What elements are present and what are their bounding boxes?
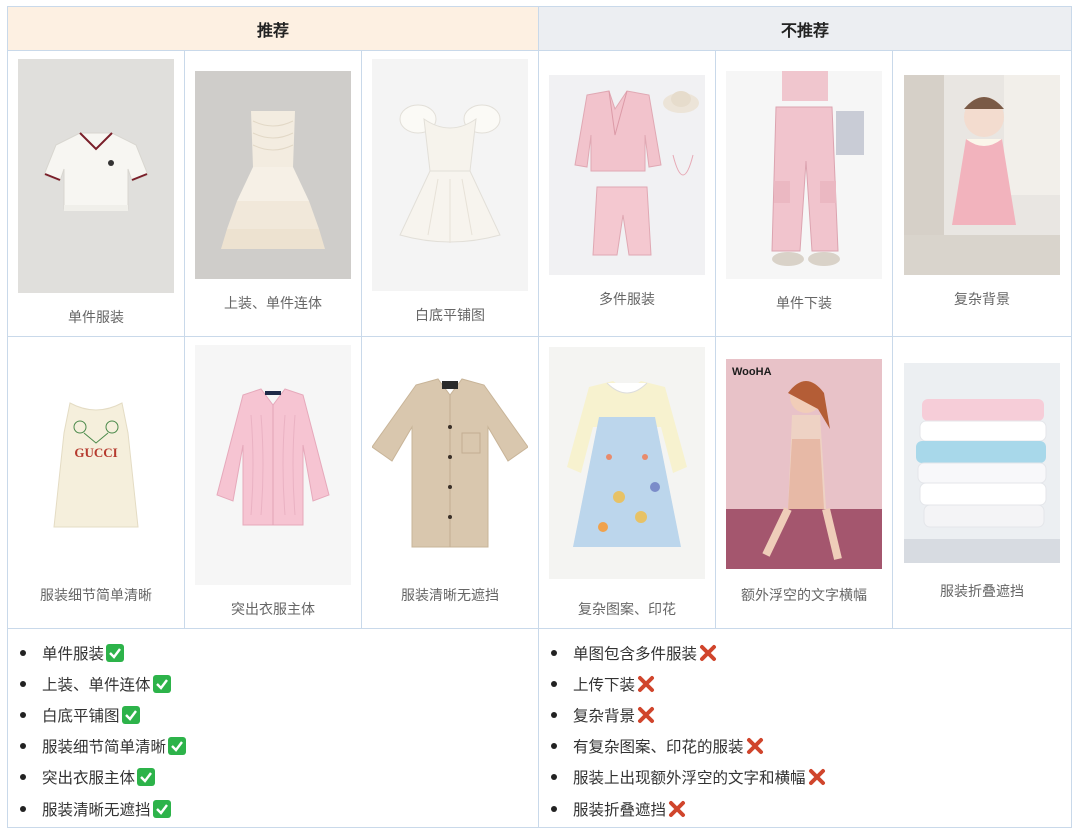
list-item-label: 复杂背景 (573, 706, 636, 725)
cross-icon (808, 769, 825, 786)
cross-icon (638, 675, 655, 692)
example-cell: 上装、单件连体 (184, 50, 362, 337)
not-recommended-header: 不推荐 (538, 6, 1073, 51)
bullet-icon (20, 680, 26, 687)
bullet-icon (20, 805, 26, 812)
cross-icon (700, 644, 717, 661)
list-item-label: 服装细节简单清晰 (42, 738, 167, 757)
example-caption: 服装清晰无遮挡 (401, 588, 499, 604)
list-item-label: 上传下装 (573, 675, 636, 694)
example-cell: 服装清晰无遮挡 (360, 336, 540, 629)
bullet-icon (551, 805, 558, 812)
bullet-icon (551, 649, 558, 656)
example-cell: 服装折叠遮挡 (892, 336, 1073, 629)
example-caption: 复杂图案、印花 (578, 602, 677, 618)
printed-kids-dress-photo (549, 347, 706, 579)
example-cell: WooHA 额外浮空的文字横幅 (715, 336, 894, 629)
wooha-logo-text: WooHA (732, 366, 772, 378)
list-item: 单件服装 (18, 637, 538, 668)
list-item-label: 单件服装 (42, 644, 105, 663)
list-item: 服装清晰无遮挡 (18, 793, 538, 824)
strapless-dress-photo (195, 71, 351, 279)
list-item-label: 白底平铺图 (42, 706, 120, 725)
model-poster-photo: WooHA (726, 359, 883, 569)
list-item-label: 突出衣服主体 (42, 769, 136, 788)
example-caption: 单件服装 (68, 310, 124, 326)
list-item-label: 服装上出现额外浮空的文字和横幅 (573, 769, 806, 788)
bullet-icon (20, 711, 26, 718)
example-cell: 复杂背景 (892, 50, 1073, 337)
guidelines-table-wrapper: 推荐 不推荐 单件服装 上装、单件连体 白底平铺图 多件服装 单件下装 复杂背景… (6, 6, 1073, 828)
example-caption: 服装折叠遮挡 (940, 584, 1025, 600)
cross-icon (669, 800, 686, 817)
example-caption: 突出衣服主体 (231, 602, 315, 618)
pink-suit-set-photo (549, 75, 706, 275)
example-caption: 上装、单件连体 (224, 296, 322, 312)
example-caption: 服装细节简单清晰 (40, 588, 152, 604)
list-item: 白底平铺图 (18, 699, 538, 730)
not-recommended-list-cell: 单图包含多件服装 上传下装 复杂背景 有复杂图案、印花的服装 服装上出现额外浮空… (538, 628, 1073, 828)
example-cell: 多件服装 (538, 50, 717, 337)
folded-tshirts-photo (904, 363, 1061, 563)
example-caption: 白底平铺图 (415, 308, 485, 324)
pink-cardigan-photo (195, 345, 351, 585)
example-cell: 突出衣服主体 (184, 336, 362, 629)
list-item: 服装细节简单清晰 (18, 731, 538, 762)
example-caption: 复杂背景 (954, 292, 1011, 308)
pink-cargo-pants-photo (726, 71, 883, 279)
bullet-icon (551, 743, 558, 750)
child-pink-dress-photo (904, 75, 1061, 275)
check-icon (168, 737, 187, 756)
bullet-icon (551, 680, 558, 687)
example-cell: 单件下装 (715, 50, 894, 337)
example-cell: 单件服装 (7, 50, 185, 337)
example-cell: 白底平铺图 (360, 50, 540, 337)
list-item-label: 服装清晰无遮挡 (42, 800, 151, 819)
bullet-icon (551, 711, 558, 718)
list-item: 复杂背景 (549, 699, 1071, 730)
check-icon (137, 768, 156, 787)
gucci-logo-text: GUCCI (74, 445, 117, 460)
bullet-icon (551, 774, 558, 781)
bullet-icon (20, 743, 26, 750)
beige-shirt-photo (372, 377, 528, 555)
list-item: 单图包含多件服装 (549, 637, 1071, 668)
recommended-header: 推荐 (6, 6, 540, 51)
bullet-icon (20, 774, 26, 781)
example-caption: 多件服装 (599, 292, 656, 308)
list-item: 上传下装 (549, 668, 1071, 699)
check-icon (121, 705, 140, 724)
list-item: 突出衣服主体 (18, 762, 538, 793)
gucci-tank-dress-photo: GUCCI (18, 393, 174, 537)
recommended-list: 单件服装 上装、单件连体 白底平铺图 服装细节简单清晰 突出衣服主体 服装清晰无… (18, 637, 538, 824)
not-recommended-list: 单图包含多件服装 上传下装 复杂背景 有复杂图案、印花的服装 服装上出现额外浮空… (549, 637, 1071, 824)
example-cell: GUCCI 服装细节简单清晰 (7, 336, 185, 629)
puff-sleeve-dress-photo (372, 59, 528, 291)
list-item-label: 有复杂图案、印花的服装 (573, 738, 744, 757)
polo-shirt-photo (18, 59, 174, 293)
check-icon (152, 799, 171, 818)
example-caption: 额外浮空的文字横幅 (741, 588, 868, 604)
list-item: 有复杂图案、印花的服装 (549, 731, 1071, 762)
recommended-list-cell: 单件服装 上装、单件连体 白底平铺图 服装细节简单清晰 突出衣服主体 服装清晰无… (6, 628, 540, 828)
guidelines-table: 推荐 不推荐 单件服装 上装、单件连体 白底平铺图 多件服装 单件下装 复杂背景… (6, 6, 1073, 828)
example-cell: 复杂图案、印花 (538, 336, 717, 629)
bullet-icon (20, 649, 26, 656)
check-icon (106, 643, 125, 662)
list-item: 服装折叠遮挡 (549, 793, 1071, 824)
list-item-label: 上装、单件连体 (42, 675, 151, 694)
list-item-label: 服装折叠遮挡 (573, 800, 667, 819)
list-item: 服装上出现额外浮空的文字和横幅 (549, 762, 1071, 793)
example-caption: 单件下装 (776, 296, 833, 312)
check-icon (152, 674, 171, 693)
list-item-label: 单图包含多件服装 (573, 644, 698, 663)
list-item: 上装、单件连体 (18, 668, 538, 699)
cross-icon (638, 706, 655, 723)
cross-icon (746, 738, 763, 755)
